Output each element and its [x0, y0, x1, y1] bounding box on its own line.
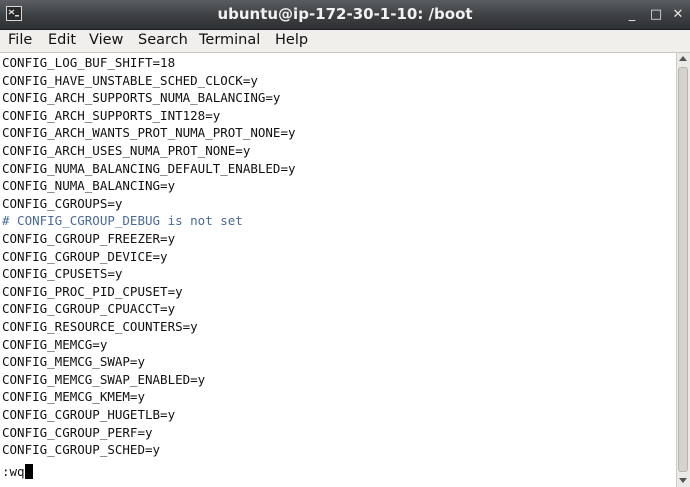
- menu-search[interactable]: Search: [138, 32, 188, 48]
- terminal-line: CONFIG_LOG_BUF_SHIFT=18: [2, 55, 176, 70]
- terminal-window: ubuntu@ip-172-30-1-10: /boot _ □ ✕ File …: [0, 0, 690, 487]
- menu-view[interactable]: View: [89, 32, 123, 48]
- text-cursor: [24, 464, 33, 479]
- menu-edit[interactable]: Edit: [48, 32, 76, 48]
- close-button[interactable]: ✕: [668, 5, 688, 25]
- vertical-scrollbar[interactable]: [676, 53, 690, 487]
- window-title: ubuntu@ip-172-30-1-10: /boot: [217, 5, 473, 23]
- terminal-line: CONFIG_ARCH_USES_NUMA_PROT_NONE=y: [2, 143, 251, 158]
- terminal-line: CONFIG_CPUSETS=y: [2, 266, 123, 282]
- terminal-line: CONFIG_CGROUP_HUGETLB=y: [2, 407, 176, 422]
- terminal-output[interactable]: CONFIG_LOG_BUF_SHIFT=18 CONFIG_HAVE_UNST…: [0, 53, 676, 487]
- terminal-line: CONFIG_CGROUPS=y: [2, 195, 123, 211]
- terminal-comment-line: # CONFIG_CGROUP_DEBUG is not set: [2, 213, 243, 229]
- terminal-line: CONFIG_MEMCG_SWAP=y: [2, 354, 145, 370]
- minimize-button[interactable]: _: [622, 5, 642, 25]
- terminal-line: CONFIG_ARCH_SUPPORTS_INT128=y: [2, 107, 221, 123]
- terminal-line: CONFIG_MEMCG_KMEM=y: [2, 389, 145, 405]
- terminal-line: CONFIG_CGROUP_PERF=y: [2, 424, 153, 440]
- menu-terminal[interactable]: Terminal: [199, 32, 260, 48]
- title-bar[interactable]: ubuntu@ip-172-30-1-10: /boot _ □ ✕: [0, 0, 690, 30]
- terminal-line: CONFIG_ARCH_SUPPORTS_NUMA_BALANCING=y: [2, 90, 281, 106]
- terminal-line: CONFIG_CGROUP_DEVICE=y: [2, 248, 168, 264]
- command-line[interactable]: :wq: [2, 463, 33, 481]
- menu-help[interactable]: Help: [275, 32, 308, 48]
- terminal-line: CONFIG_MEMCG_SWAP_ENABLED=y: [2, 371, 206, 387]
- terminal-line: CONFIG_CGROUP_FREEZER=y: [2, 231, 176, 246]
- terminal-line: CONFIG_ARCH_WANTS_PROT_NUMA_PROT_NONE=y: [2, 125, 296, 141]
- terminal-line: CONFIG_CGROUP_SCHED=y: [2, 442, 161, 458]
- scroll-up-arrow-icon[interactable]: [679, 56, 687, 61]
- scrollbar-thumb[interactable]: [678, 67, 688, 472]
- terminal-line: CONFIG_NUMA_BALANCING_DEFAULT_ENABLED=y: [2, 160, 296, 176]
- menu-bar: File Edit View Search Terminal Help: [0, 30, 690, 53]
- maximize-button[interactable]: □: [646, 5, 666, 25]
- terminal-line: CONFIG_PROC_PID_CPUSET=y: [2, 283, 183, 299]
- terminal-line: CONFIG_MEMCG=y: [2, 336, 108, 352]
- terminal-line: CONFIG_RESOURCE_COUNTERS=y: [2, 319, 198, 334]
- terminal-line: CONFIG_HAVE_UNSTABLE_SCHED_CLOCK=y: [2, 72, 258, 88]
- scroll-down-arrow-icon[interactable]: [679, 478, 687, 483]
- terminal-line: CONFIG_NUMA_BALANCING=y: [2, 178, 176, 194]
- terminal-line: CONFIG_CGROUP_CPUACCT=y: [2, 301, 176, 317]
- command-text: :wq: [2, 464, 25, 479]
- menu-file[interactable]: File: [8, 32, 32, 48]
